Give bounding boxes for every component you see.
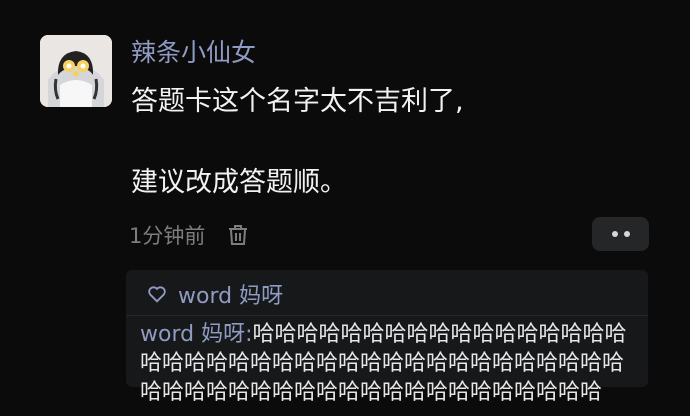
comment-content: 答题卡这个名字太不吉利了, 建议改成答题顺。 (131, 82, 651, 203)
comment-line: 建议改成答题顺。 (131, 167, 347, 198)
reply-separator: : (245, 322, 253, 347)
avatar[interactable] (40, 35, 112, 107)
username[interactable]: 辣条小仙女 (131, 36, 256, 70)
trash-glyph (229, 225, 248, 245)
reply[interactable]: word 妈呀:哈哈哈哈哈哈哈哈哈哈哈哈哈哈哈哈哈哈哈哈哈哈哈哈哈哈哈哈哈哈哈哈… (140, 320, 630, 407)
reply-author[interactable]: word 妈呀 (140, 322, 245, 347)
comment-meta: 1分钟前 (129, 218, 251, 252)
heart-glyph (148, 286, 166, 303)
heart-outline-icon[interactable] (146, 283, 168, 305)
interaction-panel: word 妈呀 word 妈呀:哈哈哈哈哈哈哈哈哈哈哈哈哈哈哈哈哈哈哈哈哈哈哈哈… (126, 270, 648, 405)
avatar-image (40, 35, 112, 107)
trash-icon[interactable] (225, 222, 251, 248)
comment-line: 答题卡这个名字太不吉利了, (131, 86, 464, 117)
comment-card: 辣条小仙女 答题卡这个名字太不吉利了, 建议改成答题顺。 1分钟前 word 妈… (0, 0, 690, 416)
divider (126, 315, 648, 316)
more-button[interactable] (592, 217, 649, 251)
timestamp: 1分钟前 (129, 224, 206, 248)
more-dots-icon (623, 231, 630, 237)
more-dots-icon (611, 231, 618, 237)
likes-row: word 妈呀 (146, 277, 283, 311)
liker-name[interactable]: word 妈呀 (178, 278, 283, 310)
